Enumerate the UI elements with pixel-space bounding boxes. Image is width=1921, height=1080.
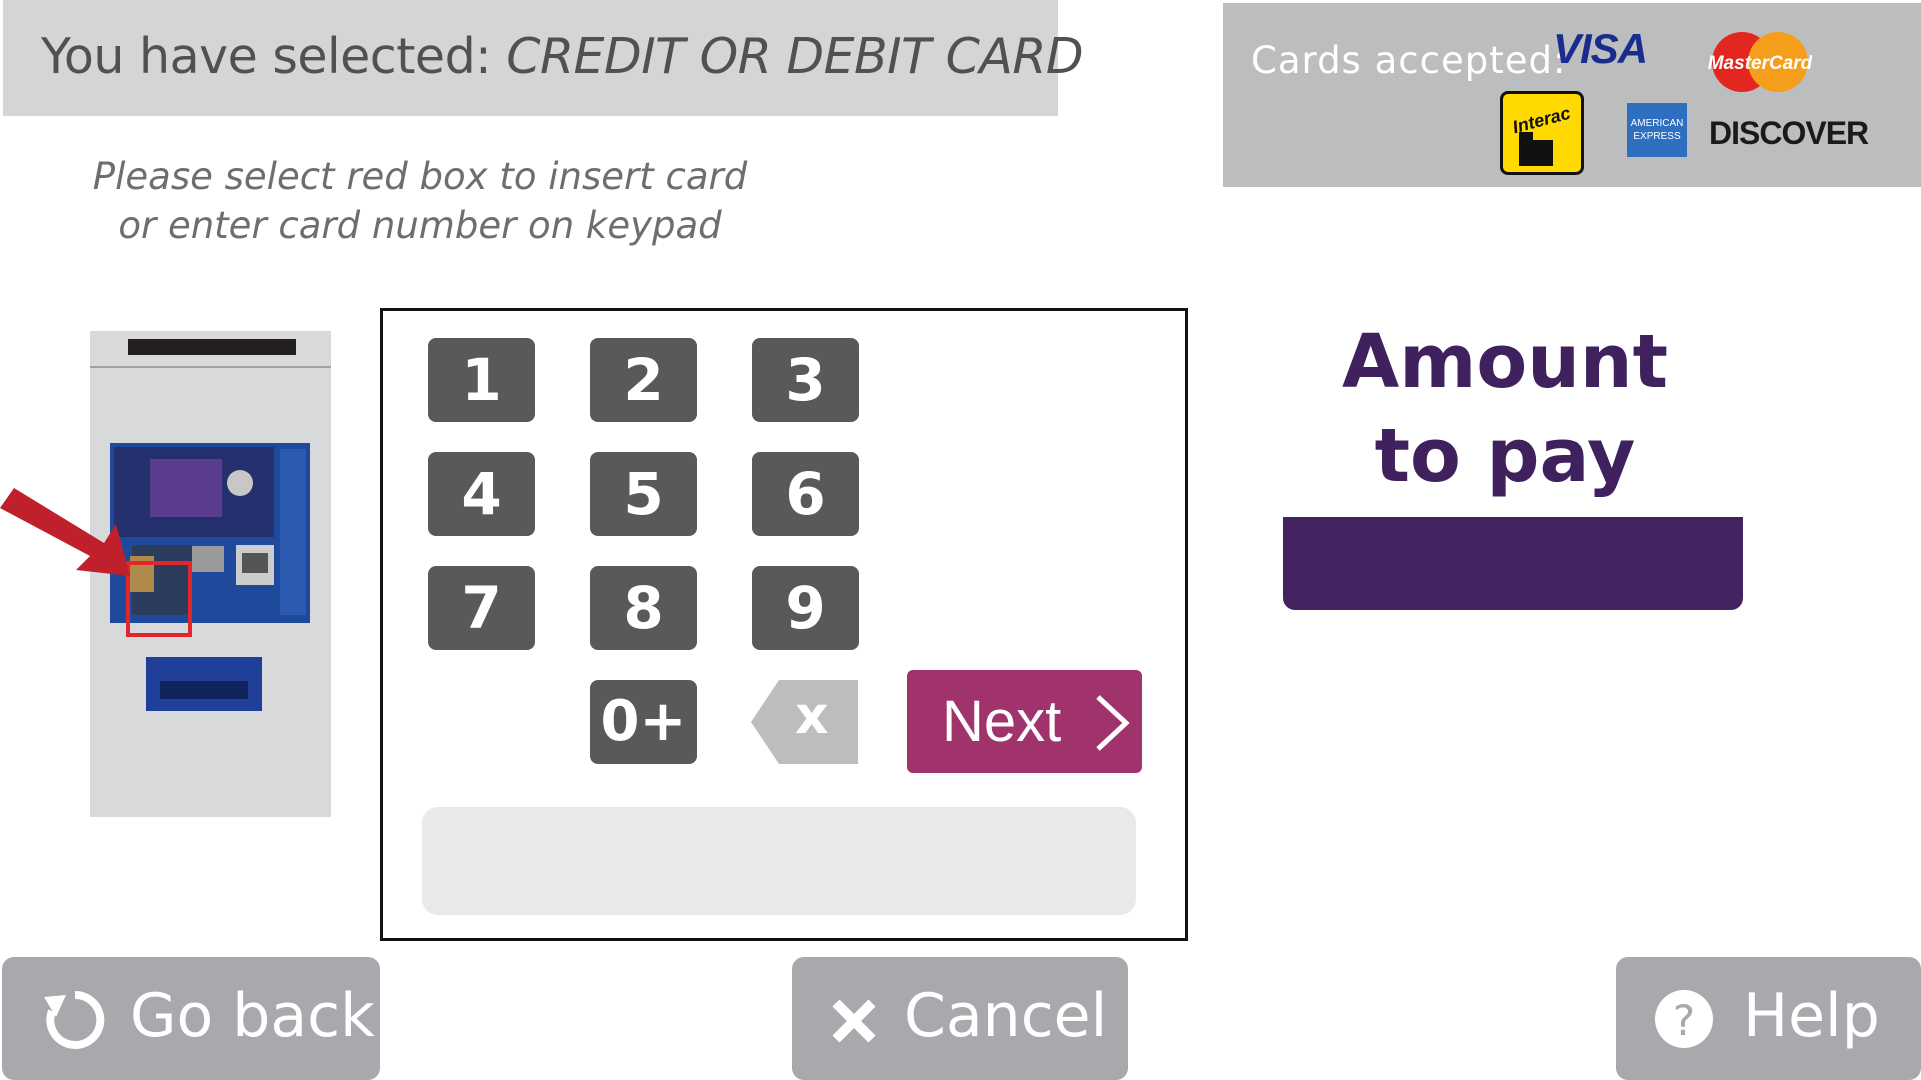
- help-button[interactable]: ? Help: [1616, 957, 1921, 1080]
- amex-logo: AMERICAN EXPRESS: [1627, 103, 1687, 157]
- amount-title-line-1: Amount: [1342, 319, 1668, 405]
- go-back-button[interactable]: Go back: [2, 957, 380, 1080]
- card-number-field[interactable]: [422, 807, 1136, 915]
- visa-logo: VISA: [1553, 25, 1648, 72]
- chevron-right-icon: [1096, 695, 1130, 751]
- help-icon: ?: [1655, 990, 1713, 1048]
- key-3[interactable]: 3: [752, 338, 859, 422]
- interac-logo: Interac: [1500, 91, 1584, 175]
- key-6[interactable]: 6: [752, 452, 859, 536]
- selection-value: CREDIT OR DEBIT CARD: [506, 28, 1084, 85]
- cards-accepted-label: Cards accepted:: [1251, 39, 1567, 82]
- help-label: Help: [1743, 981, 1880, 1051]
- key-4[interactable]: 4: [428, 452, 535, 536]
- cancel-label: Cancel: [904, 981, 1108, 1051]
- selection-banner: You have selected: CREDIT OR DEBIT CARD: [3, 0, 1084, 116]
- key-0-plus[interactable]: 0+: [590, 680, 697, 764]
- cards-accepted-panel: Cards accepted: VISA MasterCard Interac …: [1223, 3, 1921, 187]
- next-button[interactable]: Next: [907, 670, 1142, 773]
- mastercard-text: MasterCard: [1708, 53, 1812, 74]
- instruction-text: Please select red box to insert card or …: [70, 152, 770, 250]
- next-button-label: Next: [942, 689, 1062, 754]
- mastercard-logo: MasterCard: [1708, 32, 1812, 92]
- amount-title-line-2: to pay: [1374, 413, 1636, 499]
- key-7[interactable]: 7: [428, 566, 535, 650]
- cancel-button[interactable]: Cancel: [792, 957, 1128, 1080]
- red-arrow-indicator: [0, 488, 130, 576]
- instruction-line-1: Please select red box to insert card: [92, 155, 748, 198]
- amount-to-pay-title: Amount to pay: [1340, 315, 1670, 503]
- key-1[interactable]: 1: [428, 338, 535, 422]
- delete-key-label: x: [795, 686, 829, 746]
- key-9[interactable]: 9: [752, 566, 859, 650]
- refresh-icon: [44, 990, 105, 1049]
- go-back-label: Go back: [130, 981, 375, 1051]
- selection-text: You have selected: CREDIT OR DEBIT CARD: [41, 28, 1084, 85]
- keypad-panel: 1 2 3 4 5 6 7 8 9 0+ x Next: [380, 308, 1188, 941]
- key-2[interactable]: 2: [590, 338, 697, 422]
- svg-text:?: ?: [1673, 996, 1695, 1045]
- selection-prefix: You have selected:: [41, 28, 492, 85]
- close-icon: [832, 999, 876, 1043]
- key-5[interactable]: 5: [590, 452, 697, 536]
- key-8[interactable]: 8: [590, 566, 697, 650]
- instruction-line-2: or enter card number on keypad: [118, 204, 722, 247]
- delete-key[interactable]: x: [751, 680, 858, 764]
- amount-display: [1283, 517, 1743, 610]
- discover-logo: DISCOVER: [1709, 115, 1869, 151]
